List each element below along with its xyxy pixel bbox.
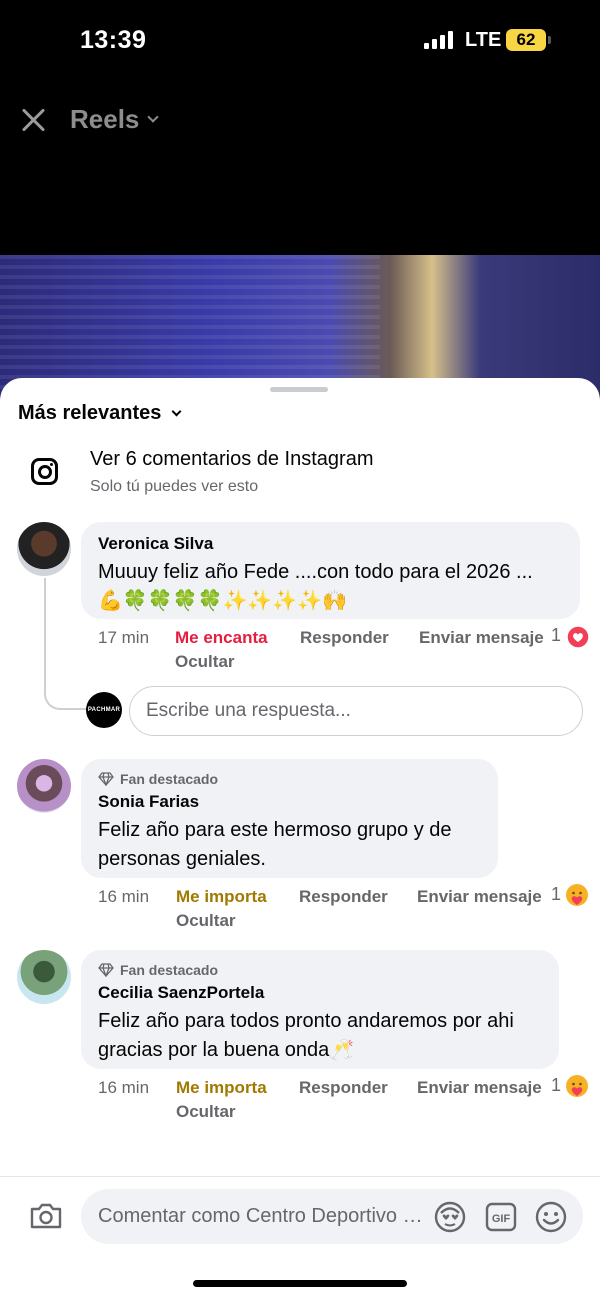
reply-button[interactable]: Responder — [299, 1078, 388, 1098]
hide-button[interactable]: Ocultar — [176, 911, 236, 931]
comment-author[interactable]: Cecilia SaenzPortela — [98, 983, 542, 1003]
drag-handle[interactable] — [270, 387, 328, 392]
signal-icon — [424, 31, 456, 49]
camera-icon[interactable] — [29, 1202, 63, 1230]
avatar[interactable] — [17, 950, 71, 1004]
comment-actions: 16 min Me importa Responder Enviar mensa… — [98, 887, 598, 937]
comment-actions: 16 min Me importa Responder Enviar mensa… — [98, 1078, 598, 1128]
status-bar: 13:39 LTE 62 — [0, 0, 600, 80]
instagram-icon — [31, 458, 58, 485]
care-reaction-button[interactable]: Me importa — [176, 1078, 267, 1098]
diamond-icon — [98, 772, 114, 786]
reaction-count[interactable]: 1 — [551, 625, 561, 646]
instagram-comments-subtitle: Solo tú puedes ver esto — [90, 478, 259, 495]
top-fan-badge: Fan destacado — [98, 962, 542, 978]
video-preview[interactable] — [0, 255, 600, 395]
sort-dropdown[interactable]: Más relevantes — [18, 402, 182, 425]
reaction-count[interactable]: 1 — [551, 1075, 561, 1096]
battery-icon: 62 — [506, 29, 546, 51]
home-indicator[interactable] — [193, 1280, 407, 1287]
instagram-comments-title: Ver 6 comentarios de Instagram — [90, 448, 374, 470]
battery-nub — [548, 36, 551, 44]
reply-button[interactable]: Responder — [299, 887, 388, 907]
reels-dropdown[interactable]: Reels — [70, 104, 160, 135]
avatar[interactable] — [17, 759, 71, 813]
top-fan-badge: Fan destacado — [98, 771, 481, 787]
chevron-down-icon — [171, 406, 182, 416]
care-react-icon[interactable] — [565, 883, 589, 907]
status-time: 13:39 — [80, 26, 147, 54]
care-reaction-button[interactable]: Me importa — [176, 887, 267, 907]
send-message-button[interactable]: Enviar mensaje — [417, 887, 542, 907]
comment-text: Feliz año para este hermoso grupo y de p… — [98, 819, 452, 870]
comment-time: 16 min — [98, 887, 150, 906]
comment-time: 17 min — [98, 628, 150, 647]
reaction-count[interactable]: 1 — [551, 884, 561, 905]
avatar[interactable] — [17, 522, 71, 576]
instagram-comments-link[interactable]: Ver 6 comentarios de Instagram Solo tú p… — [0, 444, 600, 504]
emoji-icon[interactable] — [534, 1200, 568, 1234]
comment-actions: 17 min Me encanta Responder Enviar mensa… — [98, 628, 598, 678]
svg-text:GIF: GIF — [492, 1213, 511, 1225]
comment-bubble[interactable]: Fan destacado Sonia Farias Feliz año par… — [81, 759, 498, 878]
reels-title: Reels — [70, 104, 140, 134]
send-message-button[interactable]: Enviar mensaje — [419, 628, 544, 648]
avatar-sticker-icon[interactable] — [433, 1200, 467, 1234]
badge-label: Fan destacado — [120, 771, 219, 787]
comment-text: Feliz año para todos pronto andaremos po… — [98, 1010, 514, 1061]
care-react-icon[interactable] — [565, 1074, 589, 1098]
diamond-icon — [98, 963, 114, 977]
send-message-button[interactable]: Enviar mensaje — [417, 1078, 542, 1098]
comment-time: 16 min — [98, 1078, 150, 1097]
video-light-stripes — [0, 255, 380, 395]
comment-bubble[interactable]: Veronica Silva Muuuy feliz año Fede ....… — [81, 522, 580, 619]
network-label: LTE — [465, 29, 502, 51]
hide-button[interactable]: Ocultar — [175, 652, 235, 672]
composer-divider — [0, 1176, 600, 1177]
reply-input[interactable]: Escribe una respuesta... — [129, 686, 583, 736]
badge-label: Fan destacado — [120, 962, 219, 978]
gif-icon[interactable]: GIF — [484, 1200, 518, 1234]
comment-author[interactable]: Veronica Silva — [98, 534, 563, 554]
comment-author[interactable]: Sonia Farias — [98, 792, 481, 812]
comment-composer[interactable]: Comentar como Centro Deportivo Pachmar G… — [81, 1189, 583, 1244]
page-avatar: PACHMAR — [86, 692, 122, 728]
comments-sheet: Más relevantes Ver 6 comentarios de Inst… — [0, 378, 600, 1300]
hide-button[interactable]: Ocultar — [176, 1102, 236, 1122]
reply-button[interactable]: Responder — [300, 628, 389, 648]
love-react-icon[interactable] — [566, 625, 590, 649]
love-reaction-button[interactable]: Me encanta — [175, 628, 268, 648]
chevron-down-icon — [147, 111, 160, 123]
comment-bubble[interactable]: Fan destacado Cecilia SaenzPortela Feliz… — [81, 950, 559, 1069]
comment-text: Muuuy feliz año Fede ....con todo para e… — [98, 561, 533, 612]
composer-placeholder: Comentar como Centro Deportivo Pachmar — [98, 1205, 428, 1227]
close-icon[interactable] — [18, 104, 50, 136]
sort-label: Más relevantes — [18, 402, 162, 424]
